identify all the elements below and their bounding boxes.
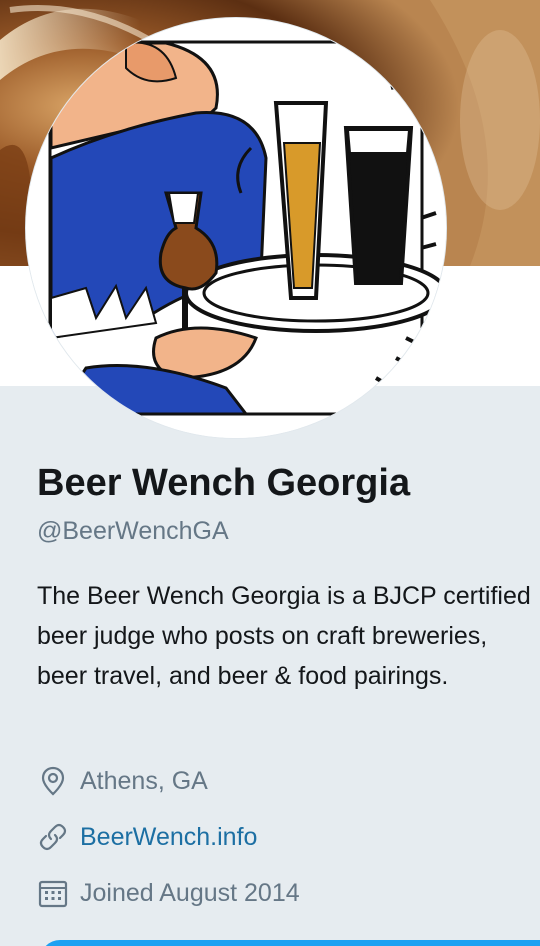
profile-join-date: Joined August 2014 (37, 875, 300, 911)
profile-website[interactable]: BeerWench.info (37, 819, 257, 855)
website-link[interactable]: BeerWench.info (80, 823, 257, 852)
profile-bio: The Beer Wench Georgia is a BJCP certifi… (37, 582, 531, 690)
profile-avatar[interactable] (26, 18, 446, 438)
location-pin-icon (37, 765, 69, 797)
follow-button[interactable] (40, 940, 540, 946)
joined-label: Joined August 2014 (80, 878, 300, 907)
profile-page: Beer Wench Georgia @BeerWenchGA The Beer… (0, 0, 540, 946)
profile-name: Beer Wench Georgia (37, 462, 411, 504)
calendar-icon (37, 877, 69, 909)
profile-handle: @BeerWenchGA (37, 517, 229, 545)
link-icon (37, 821, 69, 853)
profile-location: Athens, GA (37, 763, 208, 799)
location-label: Athens, GA (80, 766, 208, 795)
